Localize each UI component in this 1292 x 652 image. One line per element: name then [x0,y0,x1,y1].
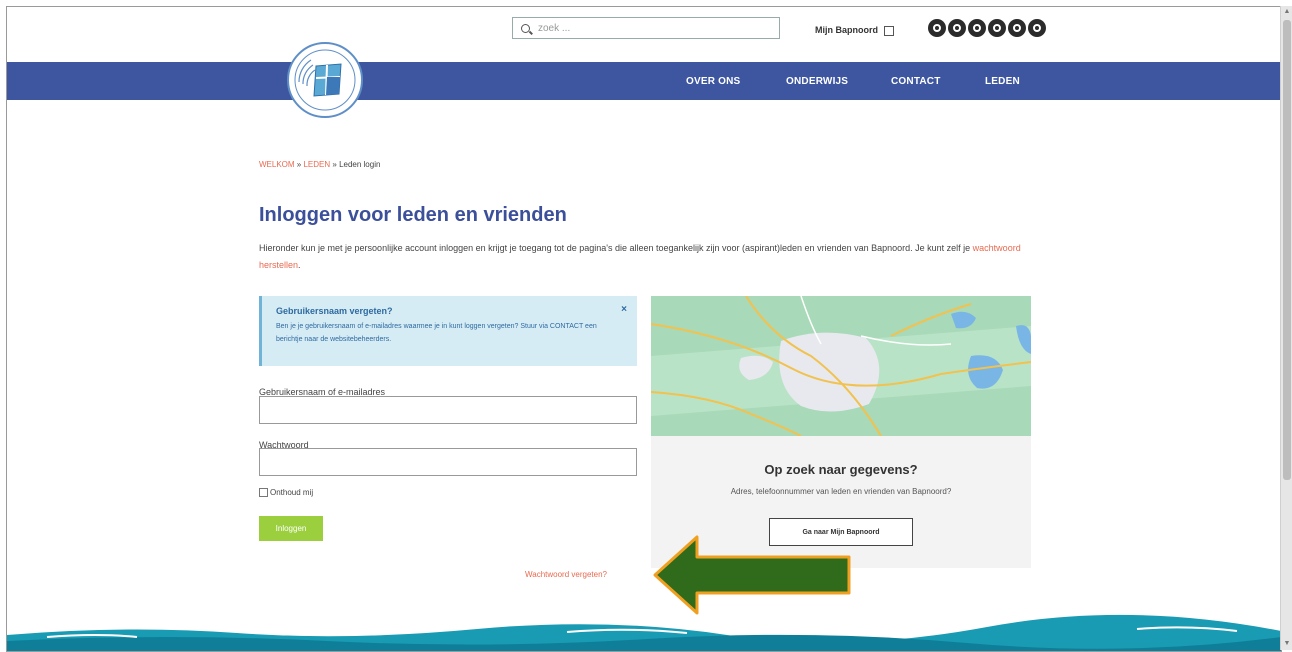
nav-item-contact[interactable]: CONTACT [891,76,941,87]
card-text: Adres, telefoonnummer van leden en vrien… [730,487,952,496]
vertical-scrollbar[interactable]: ▲ ▼ [1280,6,1292,650]
page-title: Inloggen voor leden en vrienden [259,204,567,226]
search-placeholder: zoek ... [538,22,571,34]
remember-checkbox[interactable] [259,488,268,497]
external-link-icon [884,25,894,36]
site-logo[interactable] [287,42,363,118]
remember-label: Onthoud mij [270,488,314,497]
youtube-icon[interactable] [1028,19,1046,37]
social-links [928,19,1046,37]
card-title: Op zoek naar gegevens? [764,462,918,477]
browser-viewport: zoek ... Mijn Bapnoord OVER ONS ONDERWIJ… [6,6,1282,652]
nav-item-over-ons[interactable]: OVER ONS [686,76,740,87]
username-field[interactable] [259,396,637,424]
linkedin-icon[interactable] [1008,19,1026,37]
search-icon [521,23,530,33]
facebook-icon[interactable] [928,19,946,37]
main-navigation: OVER ONS ONDERWIJS CONTACT LEDEN [7,62,1281,100]
remember-me[interactable]: Onthoud mij [259,488,313,497]
password-field[interactable] [259,448,637,476]
notice-title: Gebruikersnaam vergeten? [276,306,393,316]
map-image[interactable] [651,296,1031,436]
breadcrumb-separator: » [330,160,340,169]
scroll-up-icon[interactable]: ▲ [1283,8,1291,16]
forgot-password-link[interactable]: Wachtwoord vergeten? [525,570,607,579]
pointer-arrow-icon [653,535,851,615]
close-icon[interactable]: × [621,304,627,315]
mijn-bapnoord-link[interactable]: Mijn Bapnoord [815,25,894,36]
scroll-thumb[interactable] [1283,20,1291,480]
breadcrumb: WELKOM » LEDEN » Leden login [259,160,380,169]
footer-waves [7,614,1281,651]
members-card: Op zoek naar gegevens? Adres, telefoonnu… [651,296,1031,568]
breadcrumb-leden[interactable]: LEDEN [303,160,330,169]
twitter-icon[interactable] [988,19,1006,37]
instagram-icon[interactable] [948,19,966,37]
intro-end: . [298,260,301,270]
scroll-down-icon[interactable]: ▼ [1283,640,1291,648]
username-forgotten-notice: Gebruikersnaam vergeten? Ben je je gebru… [259,296,637,366]
notice-body: Ben je je gebruikersnaam of e-mailadres … [276,323,597,343]
breadcrumb-current: Leden login [339,160,381,169]
search-input[interactable]: zoek ... [512,17,780,39]
login-button[interactable]: Inloggen [259,516,323,541]
nav-item-leden[interactable]: LEDEN [985,76,1020,87]
mijn-bapnoord-label: Mijn Bapnoord [815,25,878,35]
intro-body: Hieronder kun je met je persoonlijke acc… [259,243,973,253]
pinterest-icon[interactable] [968,19,986,37]
breadcrumb-home[interactable]: WELKOM [259,160,295,169]
nav-item-onderwijs[interactable]: ONDERWIJS [786,76,848,87]
intro-text: Hieronder kun je met je persoonlijke acc… [259,240,1049,274]
